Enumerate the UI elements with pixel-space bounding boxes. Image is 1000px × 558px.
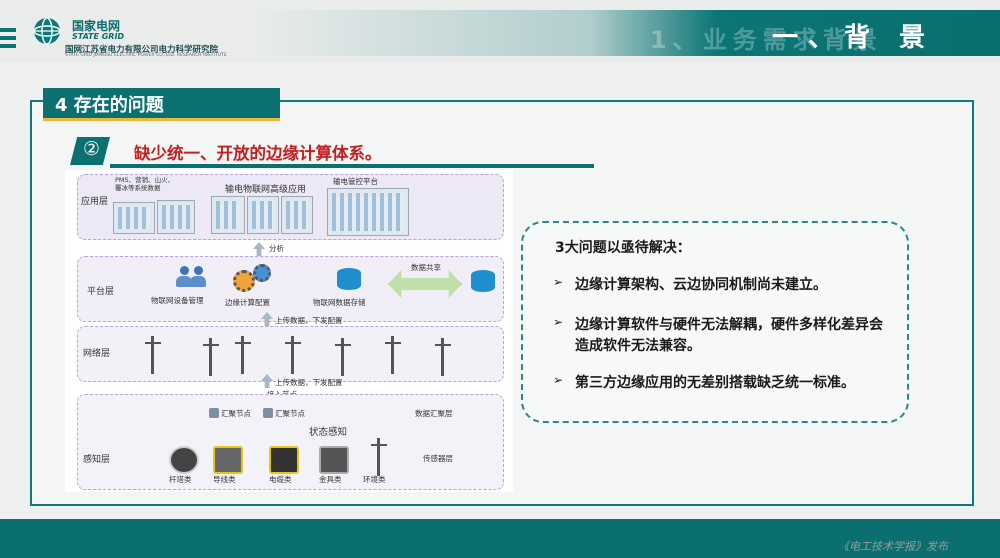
gather-node-icon [209,408,219,418]
database-icon [337,268,361,290]
gear-icon [233,270,255,292]
app-screenshot-2 [157,200,195,234]
tower-sensor-icon [169,446,199,474]
state-grid-globe-icon [33,17,61,45]
app-screenshot-5 [281,196,313,234]
upload-config-label: 上传数据，下发配置 [275,316,343,325]
list-item-text: 第三方边缘应用的无差别搭载缺乏统一标准。 [575,375,855,391]
analysis-label: 分析 [269,244,284,253]
sensor-label: 电缆类 [269,475,292,484]
sensor-label: 金具类 [319,475,342,484]
user-icon [189,266,207,288]
gear-icon [253,264,271,282]
sensor-layer-label: 传感器层 [423,454,453,463]
tower-icon [235,336,251,374]
network-layer-label: 网络层 [83,349,111,359]
arrow-bullet-icon: ➢ [553,275,564,289]
sink-node-icon [263,408,273,418]
systems-label: PMS、营销、山火、覆冰等系统数据 [115,176,175,192]
list-item-text: 边缘计算架构、云边协同机制尚未建立。 [575,277,827,293]
tower-icon [203,338,219,376]
fitting-sensor-icon [319,446,349,474]
number-badge-label: ② [83,138,101,160]
database-icon [471,270,495,292]
footer-watermark: 《电工技术学报》发布 [838,540,948,553]
list-item-text: 边缘计算软件与硬件无法解耦，硬件多样化差异会造成软件无法兼容。 [575,317,883,354]
analysis-arrow-icon [253,242,265,256]
control-platform-label: 输电管控平台 [333,177,378,186]
edge-config-label: 边缘计算配置 [225,298,270,307]
subtitle-underline [110,164,594,168]
page-title: 一、背 景 [772,23,936,53]
logo-text-en: STATE GRID [72,32,125,41]
device-mgmt-label: 物联网设备管理 [151,296,204,305]
sensor-label: 导线类 [213,475,236,484]
control-platform-screenshot [327,188,409,236]
arrow-bullet-icon: ➢ [553,373,564,387]
platform-layer-label: 平台层 [87,287,115,297]
app-screenshot-1 [113,202,155,234]
sensor-label: 杆塔类 [169,475,192,484]
tower-icon [335,338,351,376]
sink-node-label: 汇聚节点 [275,409,305,418]
data-share-label: 数据共享 [411,263,441,272]
perception-layer-label: 感知层 [83,455,111,465]
section-tab: 4 存在的问题 [43,88,280,121]
sensor-label: 环境类 [363,475,386,484]
gather-node-label: 汇聚节点 [221,409,251,418]
section-tab-label: 4 存在的问题 [55,95,164,116]
cable-sensor-icon [269,446,299,474]
data-storage-label: 物联网数据存储 [313,298,366,307]
application-layer-label: 应用层 [81,197,109,207]
architecture-diagram: 应用层 PMS、营销、山火、覆冰等系统数据 输电物联网高级应用 输电管控平台 分… [65,170,513,492]
app-screenshot-4 [247,196,279,234]
upload-config-label-2: 上传数据，下发配置 [275,378,343,387]
app-screenshot-3 [211,196,245,234]
state-sense-label: 状态感知 [309,427,348,438]
iot-app-label: 输电物联网高级应用 [225,185,307,195]
tower-icon [385,336,401,374]
environment-sensor-icon [371,438,387,476]
data-layer-label: 数据汇聚层 [415,409,453,418]
conductor-sensor-icon [213,446,243,474]
org-name-en: STATE GRID JIANGSU ELECTRIC POWER CO.,LT… [65,53,227,58]
callout-heading: 3大问题以亟待解决： [555,240,691,256]
section-subtitle: 缺少统一、开放的边缘计算体系。 [134,144,382,163]
tower-icon [285,336,301,374]
tower-icon [145,336,161,374]
tower-icon [435,338,451,376]
arrow-bullet-icon: ➢ [553,315,564,329]
problems-callout: 3大问题以亟待解决： ➢ 边缘计算架构、云边协同机制尚未建立。 ➢ 边缘计算软件… [521,221,909,423]
